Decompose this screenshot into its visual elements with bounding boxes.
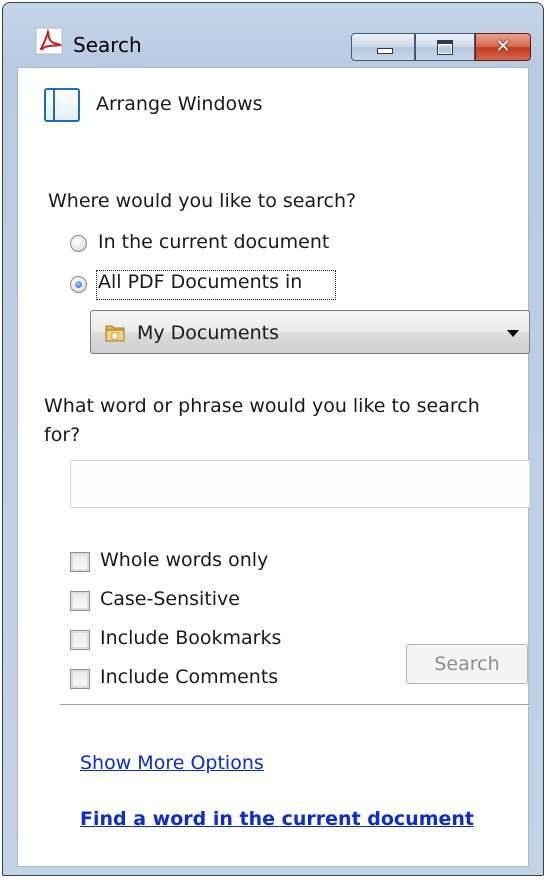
close-button[interactable]: ✕	[475, 33, 531, 61]
maximize-button[interactable]	[415, 33, 475, 61]
checkbox-include-bookmarks-label[interactable]: Include Bookmarks	[100, 627, 281, 649]
search-input[interactable]	[70, 460, 530, 508]
find-word-link[interactable]: Find a word in the current document	[80, 808, 474, 830]
divider	[60, 704, 530, 706]
checkbox-include-bookmarks[interactable]	[70, 630, 90, 650]
location-prompt: Where would you like to search?	[48, 190, 357, 212]
search-window: Search ✕ Arrange Windows Where would you…	[2, 2, 544, 876]
acrobat-icon	[35, 27, 63, 55]
radio-all-pdf-documents[interactable]	[70, 276, 87, 293]
folder-dropdown[interactable]: My Documents	[90, 310, 530, 354]
window-title: Search	[73, 33, 142, 57]
close-icon: ✕	[495, 36, 511, 57]
search-button[interactable]: Search	[406, 644, 528, 684]
checkbox-case-sensitive-label[interactable]: Case-Sensitive	[100, 588, 240, 610]
minimize-icon	[377, 48, 393, 54]
title-bar[interactable]: Search ✕	[3, 3, 543, 63]
checkbox-whole-words[interactable]	[70, 552, 90, 572]
checkbox-case-sensitive[interactable]	[70, 591, 90, 611]
minimize-button[interactable]	[351, 33, 415, 61]
show-more-options-link[interactable]: Show More Options	[80, 752, 264, 774]
folder-icon	[105, 325, 125, 342]
checkbox-include-comments-label[interactable]: Include Comments	[100, 666, 278, 688]
arrange-windows-link[interactable]: Arrange Windows	[96, 93, 263, 115]
checkbox-whole-words-label[interactable]: Whole words only	[100, 549, 268, 571]
radio-current-document[interactable]	[70, 235, 87, 252]
folder-dropdown-value: My Documents	[137, 322, 280, 344]
checkbox-include-comments[interactable]	[70, 669, 90, 689]
query-prompt: What word or phrase would you like to se…	[44, 395, 480, 446]
radio-all-pdf-documents-label[interactable]: All PDF Documents in	[98, 271, 302, 293]
radio-current-document-label[interactable]: In the current document	[98, 231, 329, 253]
search-panel: Arrange Windows Where would you like to …	[17, 67, 530, 867]
arrange-windows-icon[interactable]	[44, 88, 80, 122]
maximize-icon	[437, 40, 453, 55]
chevron-down-icon	[507, 330, 519, 337]
